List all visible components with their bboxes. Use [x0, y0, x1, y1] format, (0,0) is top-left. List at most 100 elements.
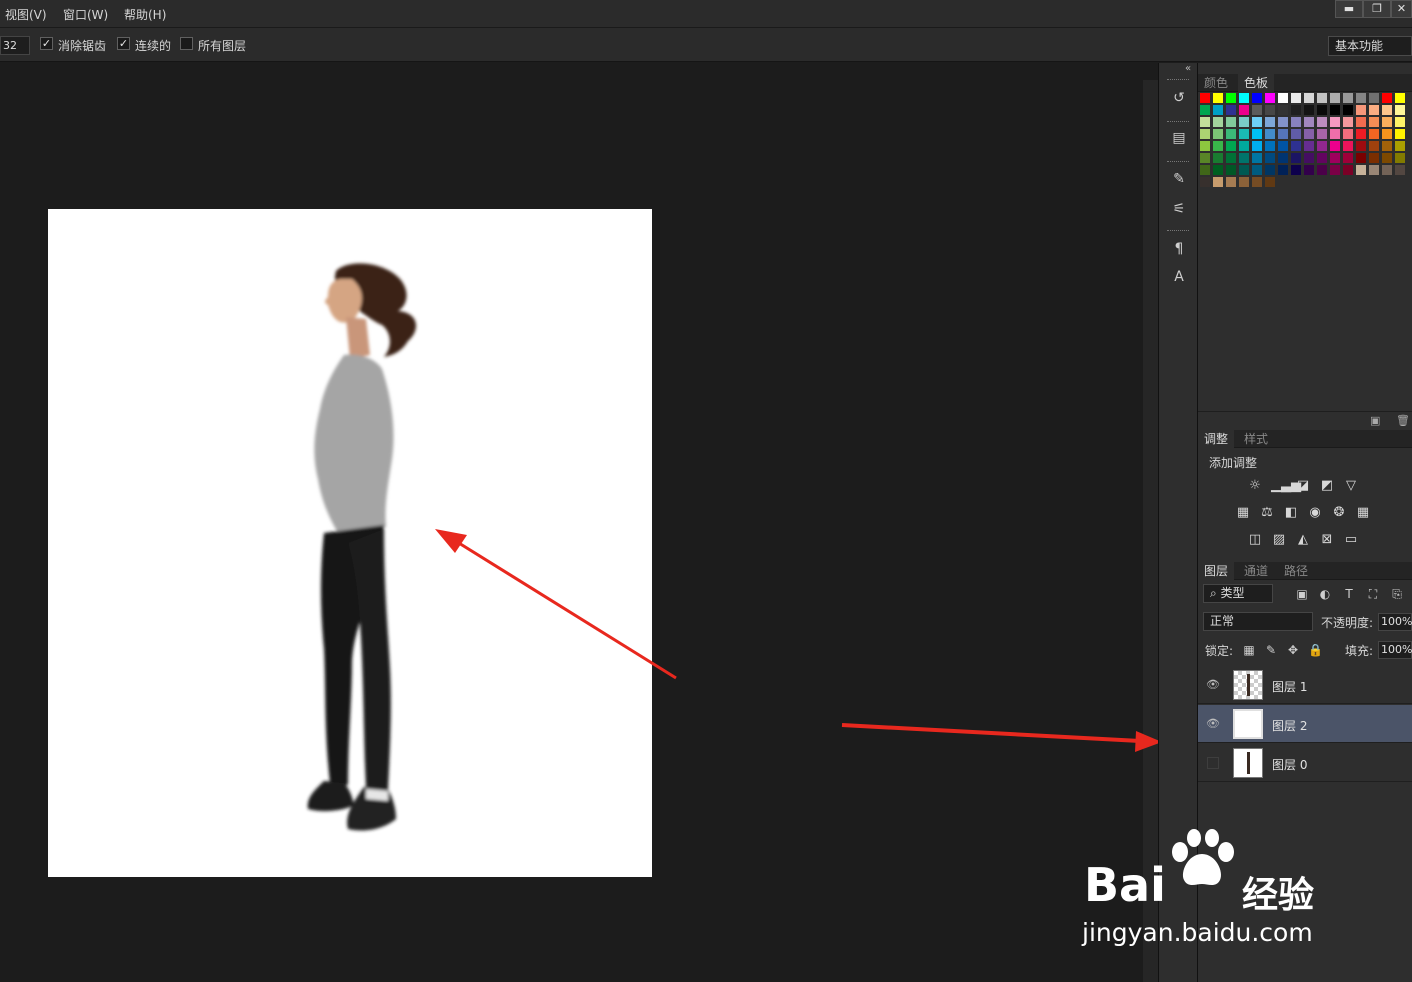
eye-icon[interactable]: 👁 [1206, 678, 1220, 692]
actions-icon[interactable]: ▤ [1169, 128, 1189, 148]
color-swatch[interactable] [1278, 117, 1288, 127]
tab-adjustments[interactable]: 调整 [1198, 430, 1235, 448]
color-swatch[interactable] [1252, 177, 1262, 187]
color-swatch[interactable] [1330, 165, 1340, 175]
color-swatch[interactable] [1252, 129, 1262, 139]
color-swatch[interactable] [1252, 153, 1262, 163]
color-swatch[interactable] [1369, 153, 1379, 163]
grip-handle[interactable] [1167, 121, 1189, 124]
color-swatch[interactable] [1226, 105, 1236, 115]
color-lookup-icon[interactable]: ▦ [1355, 505, 1371, 521]
color-swatch[interactable] [1317, 165, 1327, 175]
lock-position-icon[interactable]: ✥ [1286, 643, 1300, 657]
color-swatch[interactable] [1265, 141, 1275, 151]
color-swatch[interactable] [1278, 141, 1288, 151]
color-swatch[interactable] [1265, 117, 1275, 127]
posterize-icon[interactable]: ▨ [1271, 532, 1287, 548]
color-swatch[interactable] [1265, 105, 1275, 115]
layer-name[interactable]: 图层 0 [1272, 756, 1307, 773]
character-icon[interactable]: A [1169, 267, 1189, 287]
color-swatch[interactable] [1226, 93, 1236, 103]
color-swatch[interactable] [1200, 93, 1210, 103]
layer-filter-select[interactable]: ⌕ 类型 [1203, 584, 1273, 603]
color-swatch[interactable] [1252, 165, 1262, 175]
color-swatch[interactable] [1382, 105, 1392, 115]
color-swatch[interactable] [1356, 141, 1366, 151]
color-swatch[interactable] [1252, 117, 1262, 127]
color-swatch[interactable] [1317, 141, 1327, 151]
color-swatch[interactable] [1330, 117, 1340, 127]
color-swatch[interactable] [1252, 141, 1262, 151]
color-swatch[interactable] [1304, 105, 1314, 115]
tab-layers[interactable]: 图层 [1198, 562, 1235, 580]
color-swatch[interactable] [1278, 93, 1288, 103]
color-swatch[interactable] [1369, 93, 1379, 103]
color-swatch[interactable] [1213, 129, 1223, 139]
color-swatch[interactable] [1395, 105, 1405, 115]
color-swatch[interactable] [1200, 177, 1210, 187]
filter-shape-icon[interactable]: ⛶ [1366, 587, 1380, 601]
color-swatch[interactable] [1317, 93, 1327, 103]
color-swatch[interactable] [1213, 141, 1223, 151]
color-swatch[interactable] [1382, 129, 1392, 139]
color-swatch[interactable] [1278, 129, 1288, 139]
gradient-map-icon[interactable]: ▭ [1343, 532, 1359, 548]
color-swatch[interactable] [1317, 153, 1327, 163]
lock-pixels-icon[interactable]: ✎ [1264, 643, 1278, 657]
color-swatch[interactable] [1382, 93, 1392, 103]
color-swatch[interactable] [1356, 105, 1366, 115]
color-swatch[interactable] [1226, 177, 1236, 187]
color-swatch[interactable] [1395, 165, 1405, 175]
color-swatch[interactable] [1291, 105, 1301, 115]
color-swatch[interactable] [1252, 105, 1262, 115]
color-swatch[interactable] [1239, 141, 1249, 151]
color-swatch[interactable] [1395, 129, 1405, 139]
color-swatch[interactable] [1291, 93, 1301, 103]
photo-filter-icon[interactable]: ◉ [1307, 505, 1323, 521]
color-swatch[interactable] [1356, 117, 1366, 127]
tab-paths[interactable]: 路径 [1278, 562, 1314, 580]
grip-handle[interactable] [1167, 230, 1189, 233]
layer-name[interactable]: 图层 2 [1272, 717, 1307, 734]
color-swatch[interactable] [1304, 129, 1314, 139]
color-swatch[interactable] [1226, 117, 1236, 127]
color-swatch[interactable] [1226, 129, 1236, 139]
color-swatch[interactable] [1343, 93, 1353, 103]
color-swatch[interactable] [1213, 153, 1223, 163]
grip-handle[interactable] [1167, 161, 1189, 164]
color-swatch[interactable] [1291, 141, 1301, 151]
color-swatch[interactable] [1369, 141, 1379, 151]
brush-presets-icon[interactable]: ✎ [1169, 169, 1189, 189]
color-swatch[interactable] [1213, 105, 1223, 115]
color-swatch[interactable] [1395, 141, 1405, 151]
color-swatch[interactable] [1226, 165, 1236, 175]
color-swatch[interactable] [1200, 117, 1210, 127]
color-swatch[interactable] [1239, 93, 1249, 103]
color-swatch[interactable] [1395, 93, 1405, 103]
color-swatch[interactable] [1356, 129, 1366, 139]
color-swatch[interactable] [1239, 117, 1249, 127]
exposure-icon[interactable]: ◩ [1319, 478, 1335, 494]
lock-all-icon[interactable]: 🔒 [1308, 643, 1323, 657]
color-swatch[interactable] [1265, 165, 1275, 175]
color-swatch[interactable] [1278, 153, 1288, 163]
channel-mixer-icon[interactable]: ❂ [1331, 505, 1347, 521]
color-swatch[interactable] [1278, 105, 1288, 115]
color-swatch[interactable] [1291, 165, 1301, 175]
tab-styles[interactable]: 样式 [1238, 430, 1274, 448]
color-swatch[interactable] [1356, 93, 1366, 103]
black-white-icon[interactable]: ◧ [1283, 505, 1299, 521]
color-swatch[interactable] [1382, 117, 1392, 127]
color-swatch[interactable] [1200, 141, 1210, 151]
color-swatch[interactable] [1343, 165, 1353, 175]
history-icon[interactable]: ↺ [1169, 88, 1189, 108]
color-swatch[interactable] [1317, 117, 1327, 127]
color-swatch[interactable] [1382, 141, 1392, 151]
invert-icon[interactable]: ◫ [1247, 532, 1263, 548]
color-swatch[interactable] [1291, 129, 1301, 139]
selective-color-icon[interactable]: ⊠ [1319, 532, 1335, 548]
color-swatch[interactable] [1356, 153, 1366, 163]
new-swatch-icon[interactable]: ▣ [1370, 414, 1380, 427]
color-swatch[interactable] [1226, 153, 1236, 163]
color-swatch[interactable] [1304, 93, 1314, 103]
